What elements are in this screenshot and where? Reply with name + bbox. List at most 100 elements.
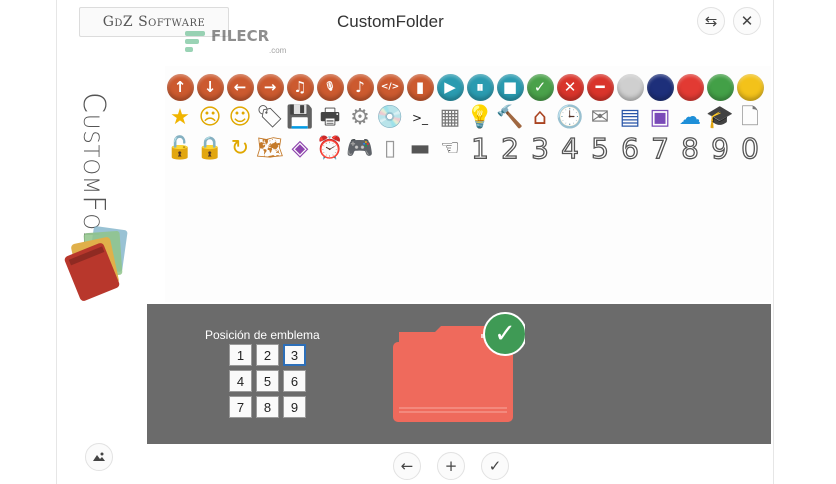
number-0-icon[interactable]: 0 bbox=[735, 133, 765, 164]
save-icon[interactable]: 💾 bbox=[285, 103, 315, 133]
yellow-dot-icon[interactable] bbox=[735, 72, 765, 102]
number-3-icon[interactable]: 3 bbox=[525, 133, 555, 164]
number-2-icon[interactable]: 2 bbox=[495, 133, 525, 164]
position-button-3[interactable]: 3 bbox=[283, 344, 306, 366]
stop-icon-shape: ■ bbox=[496, 73, 524, 101]
hammer-icon[interactable]: 🔨 bbox=[495, 103, 525, 133]
refresh-icon-glyph: ↻ bbox=[230, 136, 250, 161]
position-button-2[interactable]: 2 bbox=[256, 344, 279, 366]
cloud-icon-glyph: ☁ bbox=[679, 105, 701, 130]
number-5-icon[interactable]: 5 bbox=[585, 133, 615, 164]
sad-face-icon[interactable]: ☹ bbox=[195, 103, 225, 133]
position-button-8[interactable]: 8 bbox=[256, 396, 279, 418]
arrow-right-icon[interactable]: → bbox=[255, 72, 285, 102]
dash-icon-glyph: ▬ bbox=[409, 136, 431, 161]
clock-icon[interactable]: 🕒 bbox=[555, 103, 585, 133]
refresh-icon[interactable]: ↻ bbox=[225, 134, 255, 164]
close-icon: ✕ bbox=[740, 13, 754, 30]
music-icon[interactable]: ♫ bbox=[285, 72, 315, 102]
code-icon[interactable]: </> bbox=[375, 72, 405, 102]
green-dot-icon[interactable] bbox=[705, 72, 735, 102]
position-button-1[interactable]: 1 bbox=[229, 344, 252, 366]
disc-icon[interactable]: 💿 bbox=[375, 103, 405, 133]
star-icon-glyph: ★ bbox=[170, 105, 190, 130]
picture-icon[interactable]: ▣ bbox=[645, 103, 675, 133]
navy-dot-icon[interactable] bbox=[645, 72, 675, 102]
red-dot-icon-shape bbox=[676, 73, 704, 101]
play-icon-shape: ▶ bbox=[436, 73, 464, 101]
minus-icon[interactable]: ━ bbox=[585, 72, 615, 102]
back-icon: ← bbox=[400, 457, 414, 475]
watermark-text: FILECR bbox=[211, 27, 270, 45]
video-icon[interactable]: ▮ bbox=[405, 72, 435, 102]
position-button-5[interactable]: 5 bbox=[256, 370, 279, 392]
gray-dot-icon[interactable] bbox=[615, 72, 645, 102]
gamepad-icon[interactable]: 🎮 bbox=[345, 134, 375, 164]
arrow-left-icon[interactable]: ← bbox=[225, 72, 255, 102]
note-icon[interactable]: ♪ bbox=[345, 72, 375, 102]
arrow-up-icon[interactable]: ↑ bbox=[165, 72, 195, 102]
tag-icon[interactable]: 🏷 bbox=[255, 103, 285, 133]
play-icon[interactable]: ▶ bbox=[435, 72, 465, 102]
map-icon-glyph: 🗺 bbox=[256, 136, 284, 161]
position-button-4[interactable]: 4 bbox=[229, 370, 252, 392]
database-icon[interactable]: ▤ bbox=[615, 103, 645, 133]
dash-icon[interactable]: ▬ bbox=[405, 134, 435, 164]
position-button-7[interactable]: 7 bbox=[229, 396, 252, 418]
swap-button[interactable]: ⇆ bbox=[697, 7, 725, 35]
smile-face-icon[interactable]: ☺ bbox=[225, 103, 255, 133]
number-1-icon[interactable]: 1 bbox=[465, 133, 495, 164]
emblem-check-icon: ✓ bbox=[494, 319, 516, 349]
lightbulb-icon[interactable]: 💡 bbox=[465, 103, 495, 133]
number-8-icon[interactable]: 8 bbox=[675, 133, 705, 164]
graduation-icon[interactable]: 🎓 bbox=[705, 103, 735, 133]
microphone-icon-shape: 🎙 bbox=[316, 73, 344, 101]
mail-icon[interactable]: ✉ bbox=[585, 103, 615, 133]
layers-icon[interactable]: ◈ bbox=[285, 134, 315, 164]
watermark-sub: .com bbox=[269, 46, 287, 55]
settings-icon[interactable]: ⚙ bbox=[345, 103, 375, 133]
icon-library-panel: ↑ ↓ ← → ♫ 🎙 ♪ </> ▮ ▶ ⏸ ■ ✓ ✕ ━ ★ ☹ ☺ 🏷 💾 🖶 ⚙ 💿 >_ ▦ 💡 🔨 ⌂ 🕒 ✉ ▤ ▣ ☁ 🎓 🗋 … bbox=[165, 66, 771, 302]
apply-icon: ✓ bbox=[488, 457, 502, 475]
number-4-icon[interactable]: 4 bbox=[555, 133, 585, 164]
navy-dot-icon-shape bbox=[646, 73, 674, 101]
sad-face-icon-glyph: ☹ bbox=[198, 105, 222, 130]
document-icon[interactable]: 🗋 bbox=[735, 103, 765, 133]
image-button[interactable] bbox=[85, 443, 113, 471]
back-button[interactable]: ← bbox=[393, 452, 421, 480]
check-icon-shape: ✓ bbox=[526, 73, 554, 101]
check-icon[interactable]: ✓ bbox=[525, 72, 555, 102]
star-icon[interactable]: ★ bbox=[165, 103, 195, 133]
hand-icon[interactable]: ☜ bbox=[435, 134, 465, 164]
printer-icon[interactable]: 🖶 bbox=[315, 103, 345, 133]
number-7-icon[interactable]: 7 bbox=[645, 133, 675, 164]
cancel-icon[interactable]: ✕ bbox=[555, 72, 585, 102]
add-button[interactable]: + bbox=[437, 452, 465, 480]
house-icon[interactable]: ⌂ bbox=[525, 103, 555, 133]
position-button-9[interactable]: 9 bbox=[283, 396, 306, 418]
swap-icon: ⇆ bbox=[704, 13, 718, 30]
pause-icon[interactable]: ⏸ bbox=[465, 72, 495, 102]
map-icon[interactable]: 🗺 bbox=[255, 134, 285, 164]
mail-icon-glyph: ✉ bbox=[590, 105, 610, 130]
number-9-icon[interactable]: 9 bbox=[705, 133, 735, 164]
position-button-6[interactable]: 6 bbox=[283, 370, 306, 392]
cloud-icon[interactable]: ☁ bbox=[675, 103, 705, 133]
yellow-dot-icon-shape bbox=[736, 73, 764, 101]
terminal-icon[interactable]: >_ bbox=[405, 103, 435, 133]
smile-face-icon-glyph: ☺ bbox=[228, 105, 252, 130]
lock-icon[interactable]: 🔒 bbox=[195, 134, 225, 164]
number-6-icon[interactable]: 6 bbox=[615, 133, 645, 164]
apply-button[interactable]: ✓ bbox=[481, 452, 509, 480]
stop-icon[interactable]: ■ bbox=[495, 72, 525, 102]
close-button[interactable]: ✕ bbox=[733, 7, 761, 35]
clock-icon-glyph: 🕒 bbox=[556, 105, 584, 130]
arrow-down-icon[interactable]: ↓ bbox=[195, 72, 225, 102]
page-icon[interactable]: ▯ bbox=[375, 134, 405, 164]
unlock-icon[interactable]: 🔓 bbox=[165, 134, 195, 164]
alarm-icon[interactable]: ⏰ bbox=[315, 134, 345, 164]
calculator-icon[interactable]: ▦ bbox=[435, 103, 465, 133]
microphone-icon[interactable]: 🎙 bbox=[315, 72, 345, 102]
red-dot-icon[interactable] bbox=[675, 72, 705, 102]
database-icon-glyph: ▤ bbox=[619, 105, 641, 130]
